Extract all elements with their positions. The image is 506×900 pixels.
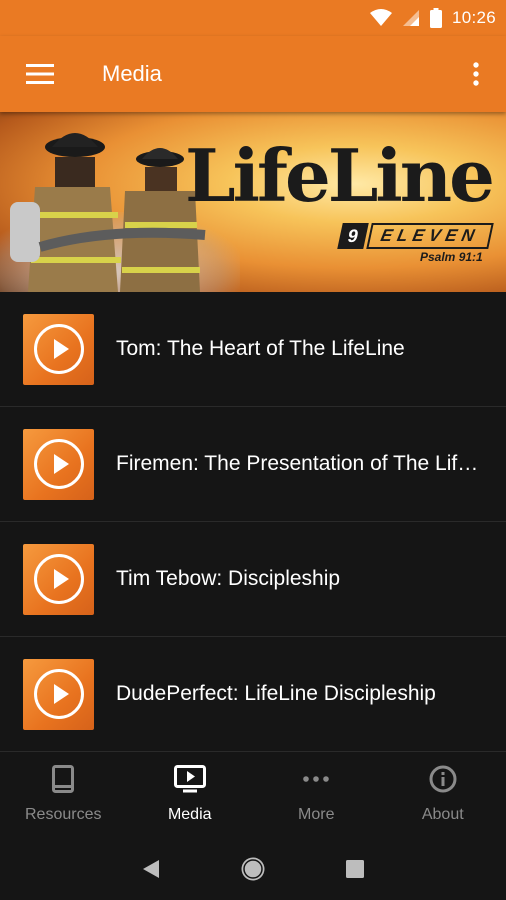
- nav-item-about[interactable]: About: [380, 752, 506, 837]
- media-item-title: DudePerfect: LifeLine Discipleship: [116, 682, 436, 705]
- recents-icon[interactable]: [335, 849, 375, 889]
- system-navigation-bar: [0, 837, 506, 900]
- media-item-title: Firemen: The Presentation of The LifeLin…: [116, 452, 481, 475]
- nav-label-resources: Resources: [25, 806, 102, 823]
- banner-logo-text: LifeLine: [185, 133, 495, 218]
- media-item-title: Tom: The Heart of The LifeLine: [116, 337, 405, 360]
- battery-icon: [429, 8, 442, 28]
- badge-word: ELEVEN: [366, 223, 494, 249]
- home-icon[interactable]: [233, 849, 273, 889]
- book-icon: [52, 765, 75, 798]
- play-icon[interactable]: [23, 313, 94, 385]
- back-icon[interactable]: [131, 849, 171, 889]
- status-time: 10:26: [451, 8, 496, 27]
- signal-icon: [402, 9, 420, 27]
- badge-number: 9: [337, 223, 369, 249]
- page-title: Media: [102, 61, 162, 86]
- more-vert-icon[interactable]: [446, 36, 506, 112]
- list-item[interactable]: Tim Tebow: Discipleship: [0, 522, 506, 637]
- media-item-title: Tim Tebow: Discipleship: [116, 567, 341, 590]
- nav-label-more: More: [298, 806, 335, 823]
- tv-play-icon: [173, 765, 206, 798]
- nav-label-media: Media: [167, 806, 212, 823]
- play-icon[interactable]: [23, 543, 94, 615]
- wifi-icon: [369, 9, 392, 27]
- more-horiz-icon: [302, 765, 330, 798]
- bottom-navigation: Resources Media More About: [0, 752, 506, 837]
- info-icon: [429, 765, 457, 798]
- banner-verse: Psalm 91:1: [420, 250, 483, 264]
- media-list: Tom: The Heart of The LifeLine Firemen: …: [0, 292, 506, 752]
- status-bar: 10:26: [0, 0, 506, 36]
- nav-label-about: About: [421, 806, 464, 823]
- nav-item-more[interactable]: More: [253, 752, 380, 837]
- list-item[interactable]: Tom: The Heart of The LifeLine: [0, 292, 506, 407]
- nav-item-resources[interactable]: Resources: [0, 752, 127, 837]
- play-icon[interactable]: [23, 428, 94, 500]
- app-bar: Media: [0, 36, 506, 112]
- nav-item-media[interactable]: Media: [127, 752, 254, 837]
- firefighters-image: [10, 133, 206, 292]
- play-icon[interactable]: [23, 658, 94, 730]
- list-item[interactable]: DudePerfect: LifeLine Discipleship: [0, 637, 506, 752]
- list-item[interactable]: Firemen: The Presentation of The LifeLin…: [0, 407, 506, 522]
- hamburger-menu-icon[interactable]: [0, 36, 80, 112]
- nine-eleven-badge: 9 ELEVEN: [337, 223, 494, 249]
- lifeline-banner: LifeLine 9 ELEVEN Psalm 91:1: [0, 112, 506, 292]
